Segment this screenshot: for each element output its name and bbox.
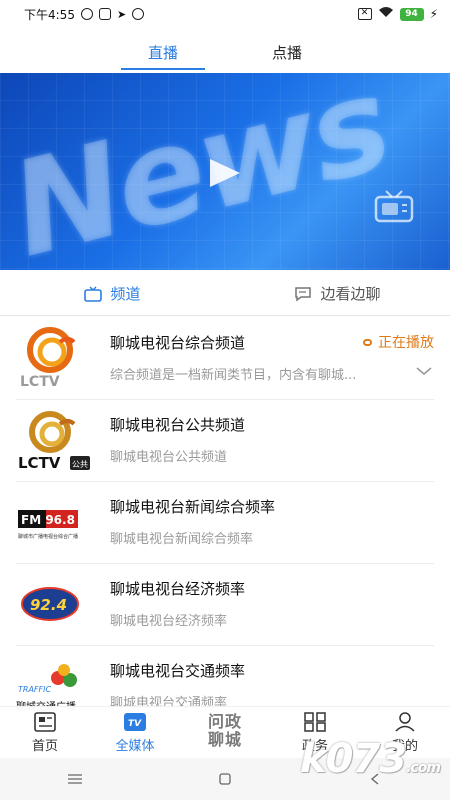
app-notification-icon — [98, 8, 111, 20]
channel-list: LCTV 聊城电视台综合频道 正在播放 综合频道是一档新闻类节目，内含有聊城..… — [0, 318, 450, 728]
sync-icon — [132, 8, 145, 20]
wifi-icon — [378, 6, 394, 22]
channel-title: 聊城电视台综合频道 — [110, 334, 246, 352]
nav-inquiry[interactable]: 问政 聊城 — [190, 707, 260, 758]
channel-logo-text: FM 96.8 — [21, 513, 75, 527]
watermark-logo: k073.com — [300, 736, 441, 782]
watermark-suffix: .com — [406, 760, 441, 776]
person-icon — [395, 712, 415, 732]
menu-button[interactable] — [45, 774, 105, 784]
channel-logo: 92.4 — [21, 587, 79, 621]
channel-desc: 聊城电视台新闻综合频率 — [110, 532, 254, 547]
nav-inquiry-label: 问政 聊城 — [207, 712, 242, 749]
tv-icon — [374, 190, 414, 223]
chevron-down-icon[interactable] — [416, 366, 432, 376]
tab-chat[interactable]: 边看边聊 — [225, 272, 450, 315]
tab-channels[interactable]: 频道 — [0, 272, 225, 315]
now-playing-label: 正在播放 — [378, 335, 434, 351]
channel-desc: 综合频道是一档新闻类节目，内含有聊城... — [110, 368, 357, 383]
channel-item[interactable]: LCTV 聊城电视台综合频道 正在播放 综合频道是一档新闻类节目，内含有聊城..… — [16, 318, 434, 400]
channel-logo: LCTV — [20, 327, 76, 390]
nav-home-label: 首页 — [31, 739, 58, 754]
channel-logo: LCTV 公共 — [18, 411, 90, 472]
play-icon[interactable] — [210, 159, 240, 187]
channel-title: 聊城电视台新闻综合频率 — [110, 498, 276, 516]
tab-vod[interactable]: 点播 — [245, 30, 329, 70]
home-button[interactable] — [195, 773, 255, 785]
navigation-icon: ➤ — [116, 7, 127, 21]
channel-desc: 聊城电视台公共频道 — [110, 450, 228, 465]
channel-item[interactable]: LCTV 公共 聊城电视台公共频道 聊城电视台公共频道 — [16, 400, 434, 482]
svg-text:TV: TV — [128, 719, 142, 729]
now-playing-badge: 正在播放 — [363, 332, 434, 352]
nav-media[interactable]: TV 全媒体 — [100, 707, 170, 758]
channel-title: 聊城电视台公共频道 — [110, 416, 246, 434]
tab-chat-label: 边看边聊 — [320, 285, 381, 303]
channel-logo-text: TRAFFIC — [18, 685, 51, 694]
channel-logo-text: LCTV — [20, 374, 60, 390]
channel-tabs: 频道 边看边聊 — [0, 272, 450, 316]
watermark-text: k073 — [300, 736, 407, 782]
channel-logo-text: LCTV — [18, 454, 61, 472]
top-tabs: 直播 点播 — [0, 30, 450, 70]
channel-title: 聊城电视台经济频率 — [110, 580, 246, 598]
tv-badge-icon: TV — [124, 713, 146, 731]
nav-home[interactable]: 首页 — [10, 707, 80, 758]
video-banner[interactable]: News — [0, 73, 450, 270]
chat-icon — [295, 286, 312, 301]
sim-icon: ✕ — [357, 8, 372, 20]
tab-live[interactable]: 直播 — [121, 30, 205, 70]
channel-item[interactable]: 92.4 聊城电视台经济频率 聊城电视台经济频率 — [16, 564, 434, 646]
status-time: 下午4:55 — [24, 7, 75, 22]
charging-icon: ⚡ — [429, 7, 438, 21]
home-square-icon — [219, 773, 231, 785]
channel-logo-text: 92.4 — [30, 596, 67, 614]
menu-icon — [68, 774, 82, 784]
channel-logo: FM 96.8 聊城市广播电视台综合广播 — [18, 510, 78, 540]
playing-icon — [363, 338, 372, 346]
tv-icon — [84, 286, 103, 302]
status-bar: 下午4:55 ➤ ✕ 94 ⚡ — [0, 0, 450, 28]
channel-desc: 聊城电视台经济频率 — [110, 614, 228, 629]
news-icon — [34, 712, 56, 732]
notification-icon — [80, 8, 93, 20]
tab-channels-label: 频道 — [110, 285, 141, 303]
channel-item[interactable]: FM 96.8 聊城市广播电视台综合广播 聊城电视台新闻综合频率 聊城电视台新闻… — [16, 482, 434, 564]
channel-logo-badge: 公共 — [72, 460, 88, 469]
grid-icon — [304, 712, 326, 732]
nav-media-label: 全媒体 — [115, 739, 155, 754]
channel-title: 聊城电视台交通频率 — [110, 662, 246, 680]
battery-icon: 94 — [399, 7, 424, 21]
channel-logo-sub: 聊城市广播电视台综合广播 — [18, 533, 78, 540]
